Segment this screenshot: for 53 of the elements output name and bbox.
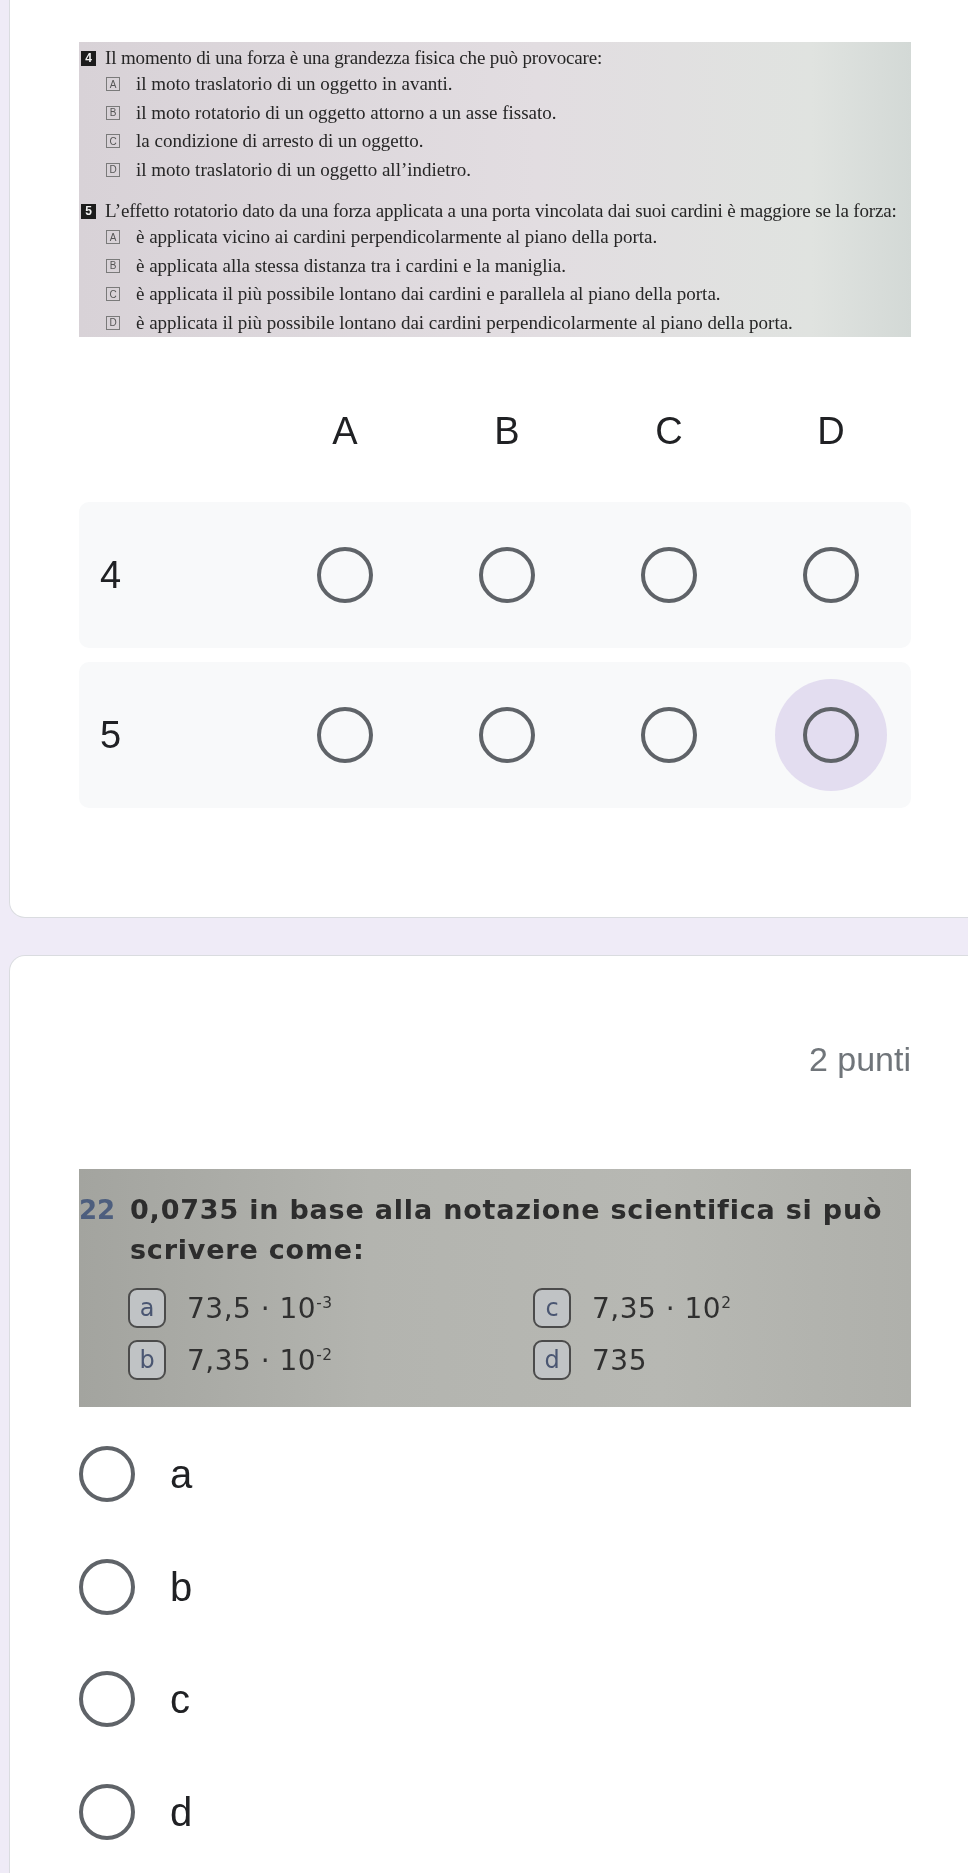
- option-text: è applicata vicino ai cardini perpendicolarmente al piano della porta.: [136, 226, 658, 249]
- option-letter: B: [106, 258, 120, 273]
- option-letter: b: [128, 1340, 166, 1380]
- option-text: 7,35 · 10$^{2}$: [592, 1291, 732, 1325]
- option-text: è applicata il più possibile lontano dai cardini e parallela al piano della porta.: [136, 283, 721, 306]
- option-letter: c: [533, 1288, 571, 1328]
- option-letter: D: [106, 162, 120, 177]
- option-letter: A: [106, 77, 120, 92]
- column-header: A: [331, 409, 359, 454]
- radio-button[interactable]: [479, 707, 535, 763]
- option-text: la condizione di arresto di un oggetto.: [136, 130, 424, 153]
- row-label: 5: [99, 713, 122, 757]
- option-text: il moto rotatorio di un oggetto attorno a un asse fissato.: [136, 101, 557, 124]
- column-header: D: [816, 409, 846, 454]
- radio-button[interactable]: [641, 547, 697, 603]
- question-number: 22: [79, 1194, 116, 1227]
- option-text: è applicata alla stessa distanza tra i cardini e la maniglia.: [136, 254, 566, 277]
- question-text: Il momento di una forza è una grandezza fisica che può provocare:: [105, 47, 603, 69]
- radio-button[interactable]: [317, 707, 373, 763]
- option-text: il moto traslatorio di un oggetto in avanti.: [136, 73, 453, 96]
- radio-button[interactable]: [317, 547, 373, 603]
- option-text: 73,5 · 10$^{-3}$: [187, 1291, 333, 1325]
- option-text: 735: [592, 1343, 647, 1377]
- option-label: c: [170, 1676, 190, 1724]
- radio-button[interactable]: [641, 707, 697, 763]
- radio-button[interactable]: [79, 1446, 135, 1503]
- column-header: C: [654, 409, 684, 454]
- question-text: 0,0735 in base alla notazione scientifica si può scrivere come:: [130, 1193, 884, 1267]
- radio-button[interactable]: [803, 707, 859, 763]
- option-letter: a: [128, 1288, 166, 1328]
- option-letter: C: [106, 287, 120, 302]
- option-label: a: [170, 1451, 193, 1499]
- question-number: 4: [81, 50, 96, 66]
- column-header: B: [493, 409, 521, 454]
- option-letter: A: [106, 230, 120, 245]
- option-label: b: [170, 1563, 193, 1611]
- option-letter: d: [533, 1340, 571, 1380]
- option-text: il moto traslatorio di un oggetto all’indietro.: [136, 158, 472, 181]
- option-label: d: [170, 1788, 193, 1836]
- radio-button[interactable]: [803, 547, 859, 603]
- radio-button[interactable]: [79, 1558, 135, 1615]
- option-text: è applicata il più possibile lontano dai cardini perpendicolarmente al piano della porta.: [136, 311, 793, 334]
- option-letter: C: [106, 134, 120, 149]
- radio-button[interactable]: [479, 547, 535, 603]
- option-letter: D: [106, 315, 120, 330]
- option-text: 7,35 · 10$^{-2}$: [187, 1343, 333, 1377]
- question-text: L’effetto rotatorio dato da una forza applicata a una porta vincolata dai suoi cardini è maggiore se la forza:: [105, 200, 897, 222]
- radio-button[interactable]: [79, 1671, 135, 1728]
- option-letter: B: [106, 105, 120, 120]
- row-label: 4: [99, 553, 122, 597]
- points-label: 2 punti: [808, 1039, 911, 1079]
- radio-button[interactable]: [79, 1783, 135, 1840]
- question-number: 5: [81, 203, 96, 219]
